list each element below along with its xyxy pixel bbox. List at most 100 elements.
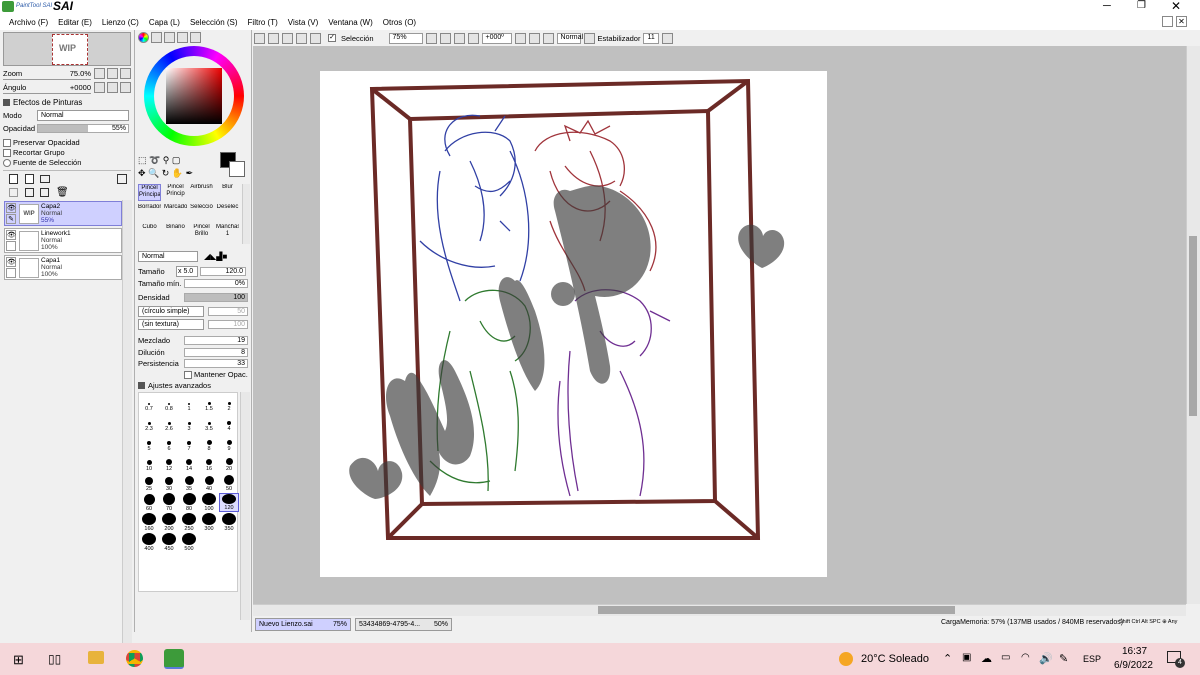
brush-size-option[interactable]: 5	[139, 433, 159, 452]
brush-size-option[interactable]: 300	[199, 513, 219, 532]
close-icon[interactable]: ✕	[1171, 0, 1181, 13]
brush-size-option[interactable]: 350	[219, 513, 239, 532]
brush-texture-strength[interactable]: 100	[208, 320, 248, 329]
undo-icon[interactable]	[254, 32, 265, 44]
brush-size-option[interactable]: 20	[219, 453, 239, 472]
mode-select[interactable]: Normal	[37, 110, 129, 121]
tool-scrollbar[interactable]	[242, 184, 250, 244]
vertical-scroll-thumb[interactable]	[1189, 236, 1197, 416]
clear-layer-icon[interactable]	[40, 188, 49, 197]
clip-group-checkbox[interactable]	[3, 148, 11, 157]
new-linework-layer-icon[interactable]	[25, 174, 34, 184]
tool-cubo[interactable]: Cubo	[138, 224, 161, 241]
advanced-toggle-icon[interactable]	[138, 382, 145, 389]
layer-scrollbar[interactable]	[122, 200, 132, 652]
visibility-eye-icon[interactable]: 👁	[6, 230, 16, 240]
brush-size-option[interactable]: 200	[159, 513, 179, 532]
zoom-out-icon[interactable]	[439, 32, 451, 44]
invert-icon[interactable]	[296, 32, 307, 44]
layer-options-icon[interactable]	[117, 174, 127, 184]
show-selection-icon[interactable]	[310, 32, 321, 44]
tool-airbrush[interactable]: Airbrush	[190, 184, 213, 201]
pen-icon[interactable]: ✎	[1059, 652, 1068, 665]
restore-panel-icon[interactable]	[1162, 16, 1173, 27]
scratchpad-tab-icon[interactable]	[190, 32, 201, 43]
paint-tool-sai-taskbar-icon[interactable]	[164, 649, 184, 669]
brush-size-option[interactable]: 2.3	[139, 413, 159, 432]
canvas-tab[interactable]: 53434869-4795-4... 50%	[355, 617, 452, 631]
brush-size-option[interactable]: 6	[159, 433, 179, 452]
merge-down-icon[interactable]	[25, 188, 34, 197]
clock-time[interactable]: 16:37	[1122, 646, 1147, 657]
rotate-right-icon[interactable]	[528, 32, 540, 44]
volume-icon[interactable]: 🔊	[1039, 652, 1053, 665]
flip-icon[interactable]	[583, 32, 595, 44]
brush-size-option[interactable]: 1	[179, 393, 199, 412]
nav-zoom-in-icon[interactable]	[107, 68, 118, 79]
brush-size-scrollbar[interactable]	[240, 392, 250, 620]
zoom-reset-icon[interactable]	[467, 32, 479, 44]
horizontal-scroll-thumb[interactable]	[598, 606, 955, 614]
magic-wand-icon[interactable]: ⚲	[163, 155, 170, 165]
collapse-icon[interactable]	[3, 99, 10, 106]
brush-mode-select[interactable]: Normal	[138, 251, 198, 262]
brush-size-option[interactable]: 8	[199, 433, 219, 452]
zoom-icon[interactable]: 🔍	[148, 168, 159, 178]
brush-size-option[interactable]: 3	[179, 413, 199, 432]
transfer-down-icon[interactable]	[9, 188, 18, 197]
menu-seleccion[interactable]: Selección (S)	[185, 18, 243, 27]
file-explorer-icon[interactable]	[88, 651, 104, 664]
meet-icon[interactable]: ▣	[962, 652, 971, 663]
preserve-opacity-checkbox[interactable]	[3, 138, 11, 147]
tray-chevron-icon[interactable]: ⌃	[943, 652, 952, 665]
brush-size-option[interactable]: 35	[179, 473, 199, 492]
minimize-icon[interactable]: ─	[1103, 0, 1111, 12]
nav-zoom-out-icon[interactable]	[94, 68, 105, 79]
wifi-icon[interactable]: ◠	[1021, 652, 1030, 663]
horizontal-scrollbar[interactable]	[253, 604, 1186, 616]
tool-blur[interactable]: Blur	[216, 184, 239, 201]
rotate-reset-icon[interactable]	[542, 32, 554, 44]
new-folder-icon[interactable]	[40, 175, 50, 183]
brush-size-option[interactable]: 50	[219, 473, 239, 492]
brush-size-option[interactable]: 400	[139, 533, 159, 552]
brush-size-option[interactable]: 25	[139, 473, 159, 492]
trash-icon[interactable]: 🗑	[56, 187, 69, 198]
brush-lock-icon[interactable]	[6, 268, 16, 278]
brush-size-option[interactable]: 0.7	[139, 393, 159, 412]
swatches-tab-icon[interactable]	[177, 32, 188, 43]
visibility-eye-icon[interactable]: 👁	[6, 257, 16, 267]
brush-shape-strength[interactable]: 50	[208, 307, 248, 316]
navigator-preview[interactable]: WIP	[3, 32, 131, 66]
tool-borrador[interactable]: Borrador	[138, 204, 161, 221]
brush-size-option[interactable]: 0.8	[159, 393, 179, 412]
maximize-icon[interactable]: ❐	[1137, 0, 1146, 11]
rotate-left-icon[interactable]	[514, 32, 526, 44]
blend-mode-field[interactable]: Normal	[556, 32, 583, 44]
close-canvas-icon[interactable]: ✕	[1176, 16, 1187, 27]
brush-size-option[interactable]: 12	[159, 453, 179, 472]
brush-size-option[interactable]: 3.5	[199, 413, 219, 432]
brush-size-option[interactable]: 120	[219, 493, 239, 512]
density-slider[interactable]: 100	[184, 293, 248, 302]
brush-size-option[interactable]: 250	[179, 513, 199, 532]
brush-lock-icon[interactable]: ✎	[6, 214, 16, 224]
layer-item-capa2[interactable]: 👁 ✎ WIP Capa2 Normal 55%	[4, 201, 122, 226]
menu-archivo[interactable]: Archivo (F)	[4, 18, 53, 27]
nav-rotate-reset-icon[interactable]	[120, 82, 131, 93]
menu-otros[interactable]: Otros (O)	[378, 18, 421, 27]
rect-select-icon[interactable]: ⬚	[138, 155, 147, 165]
brush-size-option[interactable]: 100	[199, 493, 219, 512]
brush-size-option[interactable]: 4	[219, 413, 239, 432]
brush-shape-select[interactable]: (círculo simple)	[138, 306, 204, 317]
background-color-swatch[interactable]	[229, 161, 245, 177]
color-wheel-tab-icon[interactable]	[138, 32, 149, 43]
brush-size-option[interactable]: 160	[139, 513, 159, 532]
mix-slider[interactable]: 19	[184, 336, 248, 345]
brush-size-option[interactable]: 450	[159, 533, 179, 552]
brush-size-option[interactable]: 70	[159, 493, 179, 512]
tool-pincel-principal[interactable]: Pincel Principal	[138, 184, 161, 201]
brush-size-option[interactable]: 2	[219, 393, 239, 412]
dilution-slider[interactable]: 8	[184, 348, 248, 357]
brush-size-option[interactable]: 7	[179, 433, 199, 452]
